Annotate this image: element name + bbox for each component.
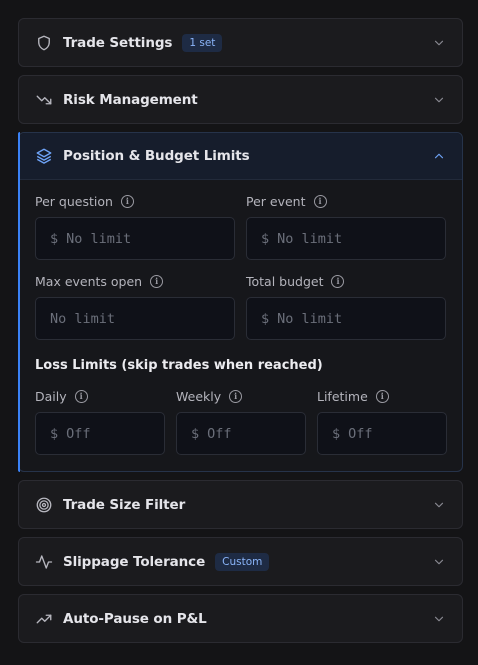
field-label: Per event bbox=[246, 193, 306, 209]
currency-symbol: $ bbox=[191, 425, 200, 442]
lifetime-loss-input[interactable]: $ Off bbox=[317, 412, 447, 455]
input-placeholder: Off bbox=[348, 425, 373, 442]
info-icon[interactable]: i bbox=[229, 389, 243, 403]
field-label: Total budget bbox=[246, 273, 324, 289]
chevron-down-icon bbox=[432, 555, 446, 569]
chevron-up-icon bbox=[432, 149, 446, 163]
auto-pause-panel: Auto-Pause on P&L bbox=[18, 594, 463, 643]
chevron-down-icon bbox=[432, 93, 446, 107]
info-icon[interactable]: i bbox=[150, 274, 164, 288]
input-placeholder: No limit bbox=[66, 230, 132, 247]
currency-symbol: $ bbox=[50, 425, 59, 442]
info-icon[interactable]: i bbox=[74, 389, 88, 403]
target-icon bbox=[35, 496, 53, 514]
input-placeholder: No limit bbox=[50, 310, 116, 327]
risk-management-header[interactable]: Risk Management bbox=[19, 76, 462, 123]
chevron-down-icon bbox=[432, 36, 446, 50]
input-placeholder: Off bbox=[207, 425, 232, 442]
per-question-input[interactable]: $ No limit bbox=[35, 217, 235, 260]
daily-loss-input[interactable]: $ Off bbox=[35, 412, 165, 455]
per-event-field: Per event i $ No limit bbox=[246, 192, 446, 260]
info-icon[interactable]: i bbox=[120, 194, 134, 208]
currency-symbol: $ bbox=[332, 425, 341, 442]
risk-management-panel: Risk Management bbox=[18, 75, 463, 124]
status-badge: Custom bbox=[215, 552, 270, 571]
weekly-loss-input[interactable]: $ Off bbox=[176, 412, 306, 455]
max-events-open-field: Max events open i No limit bbox=[35, 272, 235, 340]
lifetime-loss-field: Lifetime i $ Off bbox=[317, 387, 447, 455]
position-budget-panel: Position & Budget Limits Per question i … bbox=[18, 132, 463, 472]
input-placeholder: Off bbox=[66, 425, 91, 442]
panel-title: Slippage Tolerance bbox=[63, 553, 206, 570]
trade-settings-header[interactable]: Trade Settings 1 set bbox=[19, 19, 462, 66]
panel-title: Risk Management bbox=[63, 91, 198, 108]
field-label: Daily bbox=[35, 388, 67, 404]
info-icon[interactable]: i bbox=[331, 274, 345, 288]
shield-icon bbox=[35, 34, 53, 52]
panel-title: Auto-Pause on P&L bbox=[63, 610, 207, 627]
settings-accordion: Trade Settings 1 set Risk Management Pos… bbox=[18, 18, 463, 651]
total-budget-input[interactable]: $ No limit bbox=[246, 297, 446, 340]
currency-symbol: $ bbox=[261, 310, 270, 327]
per-question-field: Per question i $ No limit bbox=[35, 192, 235, 260]
trade-size-filter-header[interactable]: Trade Size Filter bbox=[19, 481, 462, 528]
chevron-down-icon bbox=[432, 498, 446, 512]
per-event-input[interactable]: $ No limit bbox=[246, 217, 446, 260]
field-label: Lifetime bbox=[317, 388, 368, 404]
field-label: Max events open bbox=[35, 273, 143, 289]
currency-symbol: $ bbox=[50, 230, 59, 247]
info-icon[interactable]: i bbox=[313, 194, 327, 208]
daily-loss-field: Daily i $ Off bbox=[35, 387, 165, 455]
panel-title: Trade Size Filter bbox=[63, 496, 186, 513]
activity-icon bbox=[35, 553, 53, 571]
field-label: Weekly bbox=[176, 388, 222, 404]
trade-size-filter-panel: Trade Size Filter bbox=[18, 480, 463, 529]
trending-down-icon bbox=[35, 91, 53, 109]
total-budget-field: Total budget i $ No limit bbox=[246, 272, 446, 340]
chevron-down-icon bbox=[432, 612, 446, 626]
trending-up-icon bbox=[35, 610, 53, 628]
trade-settings-panel: Trade Settings 1 set bbox=[18, 18, 463, 67]
panel-title: Trade Settings bbox=[63, 34, 173, 51]
position-budget-header[interactable]: Position & Budget Limits bbox=[19, 133, 462, 180]
status-badge: 1 set bbox=[182, 33, 223, 52]
input-placeholder: No limit bbox=[277, 310, 343, 327]
loss-limits-heading: Loss Limits (skip trades when reached) bbox=[35, 358, 323, 373]
max-events-open-input[interactable]: No limit bbox=[35, 297, 235, 340]
slippage-tolerance-panel: Slippage Tolerance Custom bbox=[18, 537, 463, 586]
position-budget-body: Per question i $ No limit Per event i $ bbox=[19, 180, 462, 471]
input-placeholder: No limit bbox=[277, 230, 343, 247]
layers-icon bbox=[35, 147, 53, 165]
currency-symbol: $ bbox=[261, 230, 270, 247]
panel-title: Position & Budget Limits bbox=[63, 148, 250, 164]
auto-pause-header[interactable]: Auto-Pause on P&L bbox=[19, 595, 462, 642]
weekly-loss-field: Weekly i $ Off bbox=[176, 387, 306, 455]
info-icon[interactable]: i bbox=[375, 389, 389, 403]
slippage-tolerance-header[interactable]: Slippage Tolerance Custom bbox=[19, 538, 462, 585]
field-label: Per question bbox=[35, 193, 113, 209]
